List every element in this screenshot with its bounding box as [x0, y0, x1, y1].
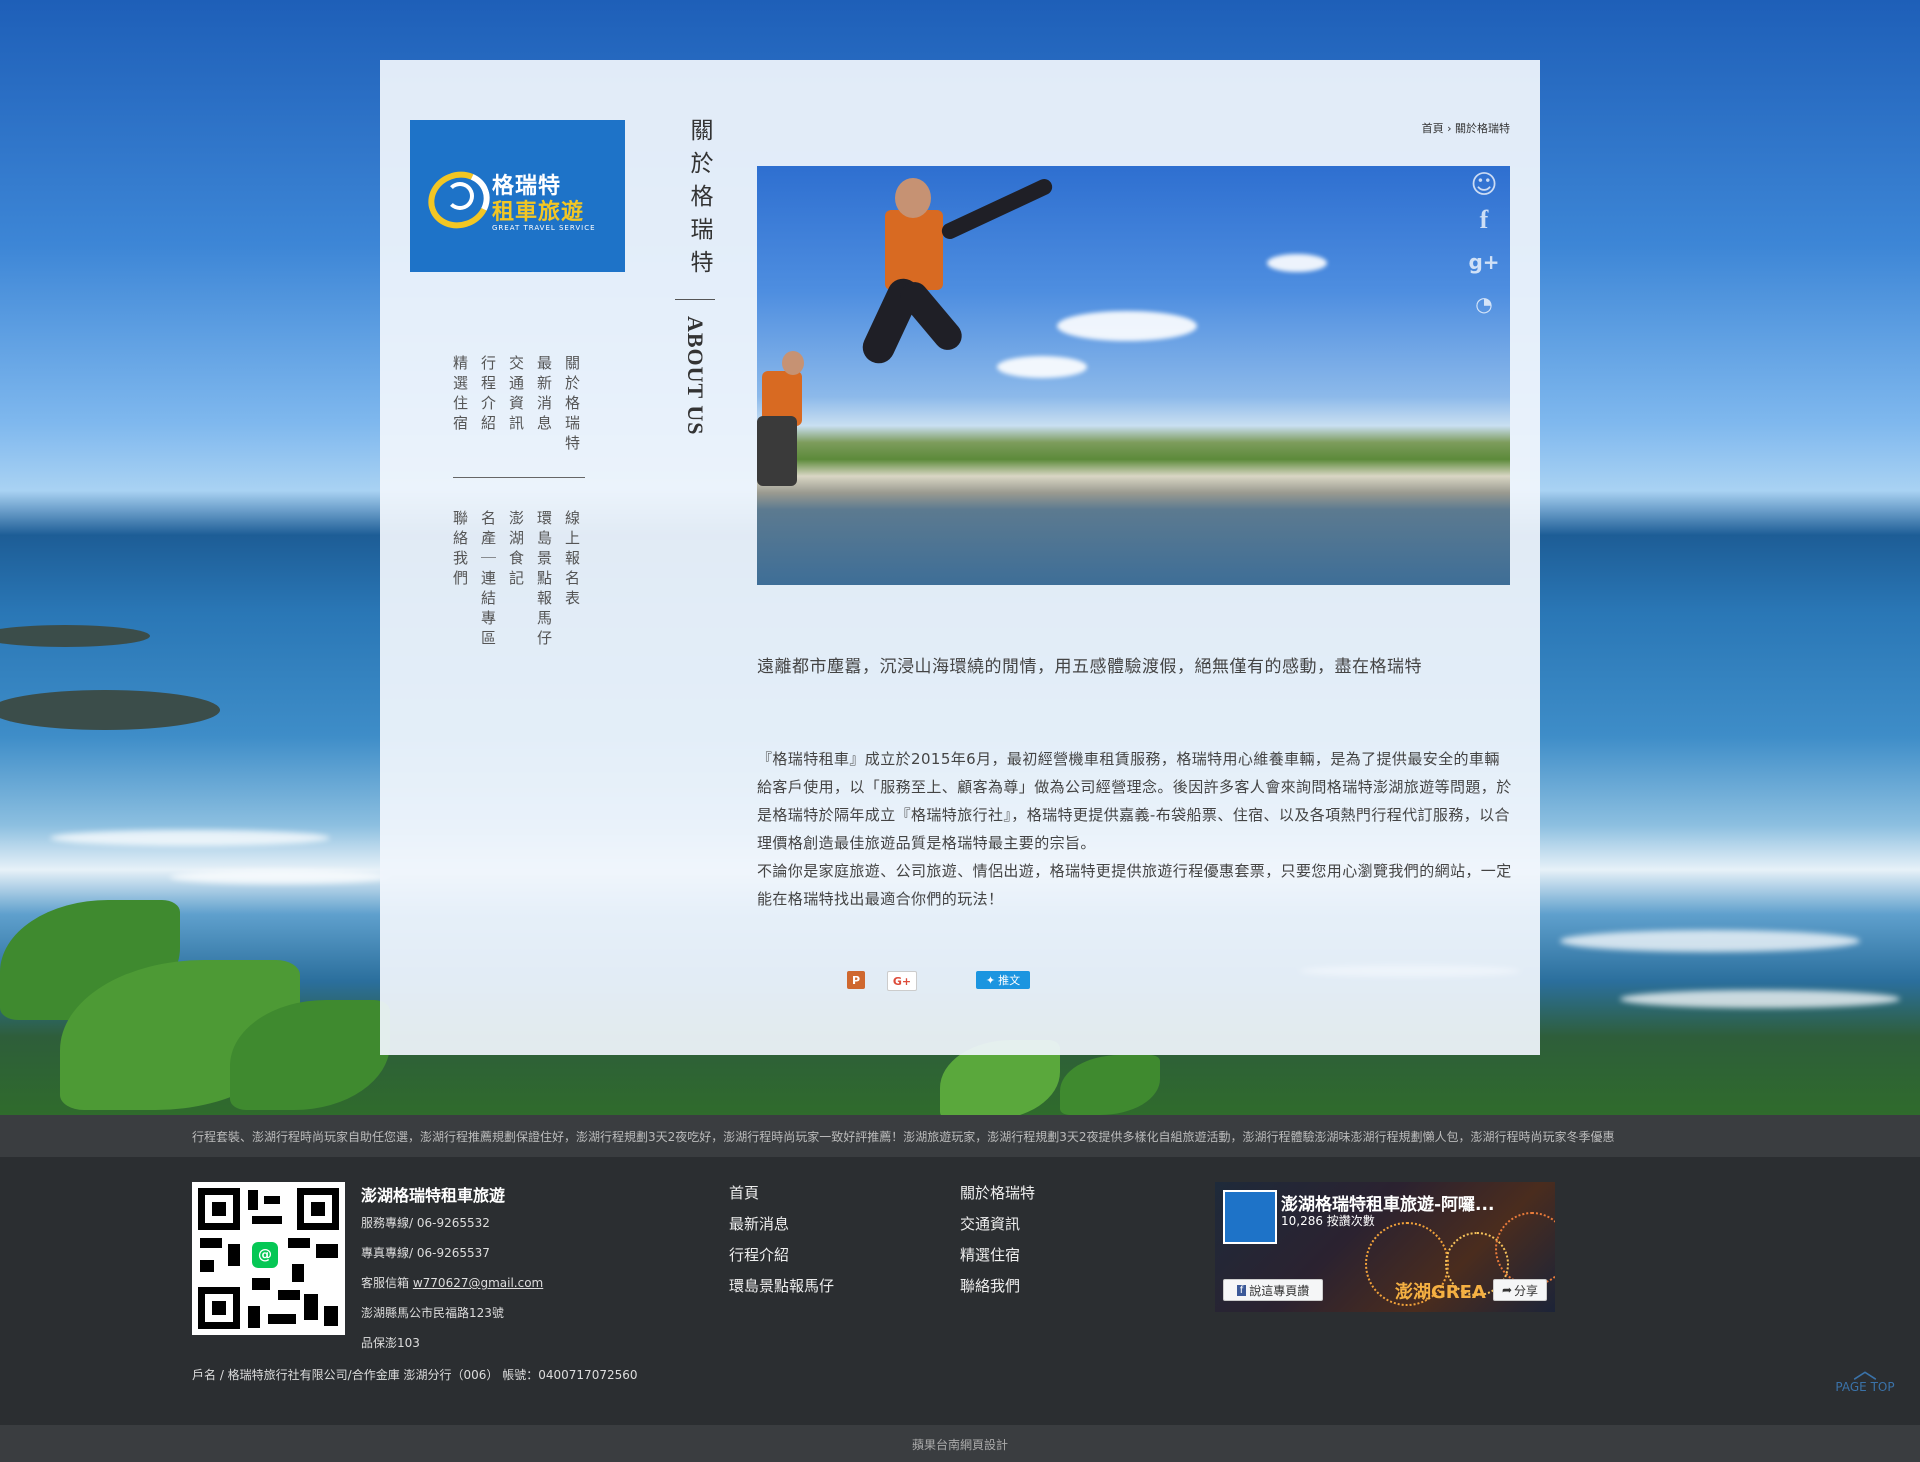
sidebar-item-about[interactable]: 關於格瑞特 [563, 355, 581, 455]
footer-nav-about[interactable]: 關於格瑞特 [960, 1182, 1035, 1203]
sidebar-item-traffic[interactable]: 交通資訊 [507, 355, 525, 435]
breadcrumb-home[interactable]: 首頁 [1422, 122, 1444, 135]
footer-email-row: 客服信箱 w770627@gmail.com [361, 1274, 543, 1291]
facebook-like-count: 10,286 按讚次數 [1281, 1214, 1375, 1228]
facebook-icon[interactable]: f [1468, 205, 1500, 235]
design-credit[interactable]: 蘋果台南網頁設計 [0, 1436, 1920, 1453]
sidebar-item-news[interactable]: 最新消息 [535, 355, 553, 435]
chevron-up-icon: ︿ [1853, 1356, 1877, 1384]
footer-service-phone: 服務專線/ 06-9265532 [361, 1216, 490, 1230]
facebook-share-button[interactable]: ➦ 分享 [1493, 1279, 1547, 1301]
hero-photo [757, 166, 1510, 585]
line-app-icon: @ [252, 1242, 278, 1268]
ticker-text: 行程套裝、澎湖行程時尚玩家自助任您選，澎湖行程推薦規劃保證住好，澎湖行程規劃3天… [192, 1130, 1615, 1144]
sidebar-item-contact[interactable]: 聯絡我們 [451, 510, 469, 590]
footer-company-name: 澎湖格瑞特租車旅遊 [361, 1186, 506, 1205]
tweet-button[interactable]: ✦ 推文 [976, 971, 1030, 989]
sidebar-item-spots[interactable]: 環島景點報馬仔 [535, 510, 553, 650]
sidebar-item-food[interactable]: 澎湖食記 [507, 510, 525, 590]
page-title: 關於格瑞特 [686, 118, 712, 283]
page-subtitle: ABOUT US [683, 316, 708, 436]
breadcrumb: 首頁 › 關於格瑞特 [1380, 120, 1510, 136]
page-top-button[interactable]: ︿ PAGE TOP [1830, 1356, 1900, 1394]
footer-nav-itinerary[interactable]: 行程介紹 [729, 1244, 789, 1265]
facebook-page-widget[interactable]: 澎湖格瑞特租車旅遊-阿囉... 10,286 按讚次數 澎湖GREA f 說這專… [1215, 1182, 1555, 1312]
breadcrumb-current: 關於格瑞特 [1455, 122, 1510, 135]
sidebar-divider [453, 477, 585, 478]
footer-email-link[interactable]: w770627@gmail.com [413, 1276, 543, 1290]
footer-nav-spots[interactable]: 環島景點報馬仔 [729, 1275, 834, 1296]
site-logo[interactable]: 格瑞特 租車旅遊 GREAT TRAVEL SERVICE [410, 120, 625, 272]
facebook-cover-text: 澎湖GREA [1395, 1282, 1486, 1303]
footer-nav-home[interactable]: 首頁 [729, 1182, 759, 1203]
footer-bank-info: 戶名 / 格瑞特旅行社有限公司/合作金庫 澎湖分行（006） 帳號：040071… [192, 1368, 638, 1382]
plurk-share-button[interactable]: P [847, 971, 865, 989]
page-top-label: PAGE TOP [1835, 1380, 1895, 1394]
facebook-page-avatar [1223, 1190, 1277, 1244]
intro-paragraph-2: 不論你是家庭旅遊、公司旅遊、情侶出遊，格瑞特更提供旅遊行程優惠套票，只要您用心瀏… [757, 862, 1512, 908]
title-divider [675, 299, 715, 300]
footer-fax: 專真專線/ 06-9265537 [361, 1246, 490, 1260]
intro-body: 『格瑞特租車』成立於2015年6月，最初經營機車租賃服務，格瑞特用心維養車輛，是… [757, 745, 1512, 913]
facebook-icon: f [1236, 1284, 1247, 1296]
logo-name-line2: 租車旅遊 [492, 200, 585, 225]
sidebar-item-products[interactable]: 名產｜連結專區 [479, 510, 497, 650]
twitter-icon: ✦ [985, 973, 996, 987]
sidebar-item-itinerary[interactable]: 行程介紹 [479, 355, 497, 435]
footer-nav-lodging[interactable]: 精選住宿 [960, 1244, 1020, 1265]
google-plus-share-button[interactable]: G+ [887, 971, 917, 991]
footer-address: 澎湖縣馬公市民福路123號 [361, 1306, 504, 1320]
footer-nav-traffic[interactable]: 交通資訊 [960, 1213, 1020, 1234]
google-plus-icon[interactable]: g+ [1468, 250, 1500, 274]
share-arrow-icon: ➦ [1501, 1283, 1513, 1297]
footer-nav-news[interactable]: 最新消息 [729, 1213, 789, 1234]
intro-lead: 遠離都市塵囂，沉浸山海環繞的閒情，用五感體驗渡假，絕無僅有的感動，盡在格瑞特 [757, 657, 1422, 677]
facebook-like-button[interactable]: f 說這專頁讚 [1223, 1279, 1323, 1301]
credit-bar: 蘋果台南網頁設計 [0, 1425, 1920, 1462]
footer-nav-contact[interactable]: 聯絡我們 [960, 1275, 1020, 1296]
footer-email-label: 客服信箱 [361, 1276, 410, 1290]
rss-icon[interactable]: ◔ [1468, 292, 1500, 316]
breadcrumb-separator: › [1447, 122, 1452, 135]
sidebar-item-lodging[interactable]: 精選住宿 [451, 355, 469, 435]
footer-license: 品保澎103 [361, 1336, 420, 1350]
marquee-ticker: 行程套裝、澎湖行程時尚玩家自助任您選，澎湖行程推薦規劃保證住好，澎湖行程規劃3天… [0, 1115, 1920, 1157]
sidebar-item-signup[interactable]: 線上報名表 [563, 510, 581, 610]
line-qr-code: @ [192, 1182, 345, 1335]
intro-paragraph-1: 『格瑞特租車』成立於2015年6月，最初經營機車租賃服務，格瑞特用心維養車輛，是… [757, 750, 1512, 852]
plurk-icon[interactable]: ☺ [1468, 170, 1500, 200]
logo-tagline: GREAT TRAVEL SERVICE [492, 224, 596, 232]
